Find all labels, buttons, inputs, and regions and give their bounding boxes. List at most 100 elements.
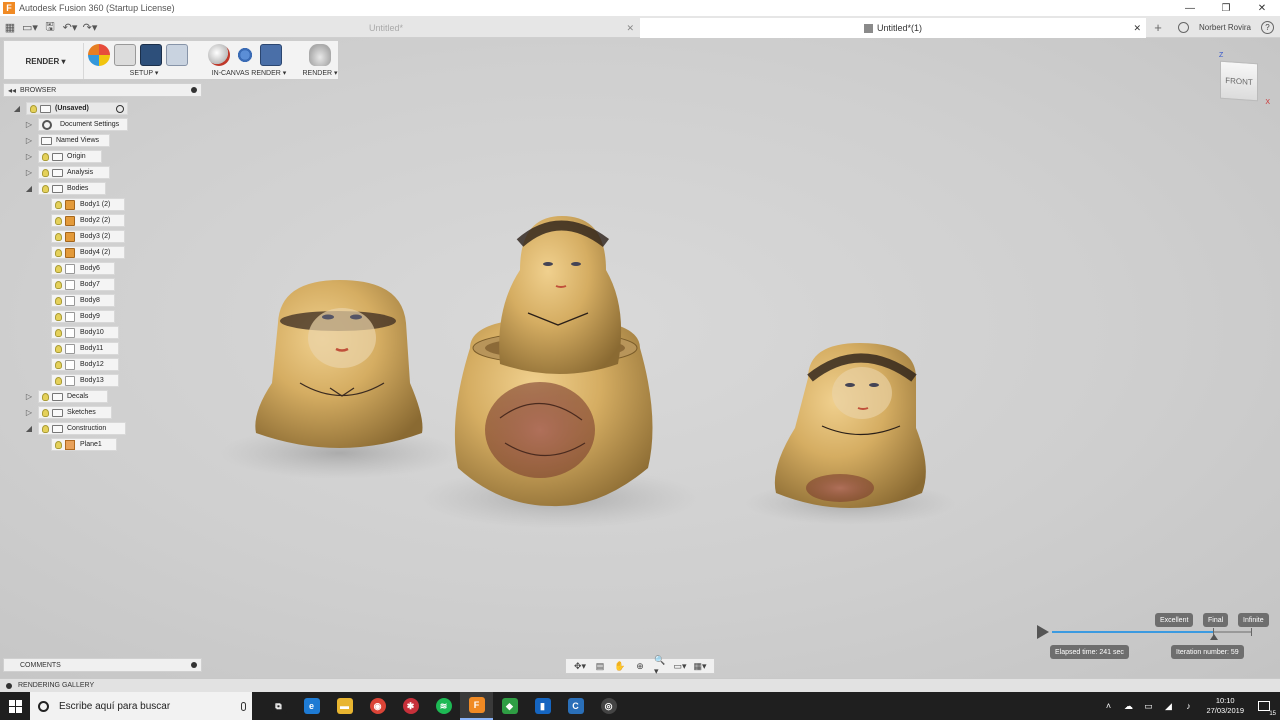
lightbulb-icon[interactable] — [42, 184, 49, 193]
minimize-button[interactable]: — — [1172, 0, 1208, 16]
tree-item-body13[interactable]: Body13 — [51, 374, 119, 387]
lightbulb-icon[interactable] — [55, 312, 62, 321]
app-green-icon[interactable]: ◆ — [493, 692, 526, 720]
tree-item-decals[interactable]: Decals — [38, 390, 108, 403]
collapse-icon[interactable]: ◂◂ — [8, 86, 16, 95]
tree-item-bodies[interactable]: Bodies — [38, 182, 106, 195]
tree-item-body8[interactable]: Body8 — [51, 294, 115, 307]
display-settings-icon[interactable]: ▭▾ — [673, 661, 686, 671]
expand-icon[interactable]: ▷ — [24, 118, 34, 131]
lightbulb-icon[interactable] — [55, 440, 62, 449]
lightbulb-icon[interactable] — [55, 360, 62, 369]
chrome-icon[interactable]: ◉ — [361, 692, 394, 720]
tree-item-body11[interactable]: Body11 — [51, 342, 119, 355]
lightbulb-icon[interactable] — [42, 168, 49, 177]
expand-icon[interactable]: ▷ — [24, 406, 34, 419]
save-icon[interactable]: 🖫 — [40, 17, 60, 37]
app-c-icon[interactable]: C — [559, 692, 592, 720]
lightbulb-icon[interactable] — [42, 152, 49, 161]
quality-infinite-label[interactable]: Infinite — [1238, 613, 1269, 627]
play-icon[interactable] — [1037, 625, 1049, 639]
quality-excellent-label[interactable]: Excellent — [1155, 613, 1194, 627]
tree-item-body1[interactable]: Body1 (2) — [51, 198, 125, 211]
edge-icon[interactable]: e — [295, 692, 328, 720]
lightbulb-icon[interactable] — [55, 376, 62, 385]
teapot-render-icon[interactable] — [309, 44, 331, 66]
user-name[interactable]: Norbert Rovira — [1199, 23, 1251, 32]
tree-root[interactable]: (Unsaved) — [26, 102, 128, 115]
file-menu-icon[interactable]: ▭▾ — [20, 17, 40, 37]
taskbar-clock[interactable]: 10:10 27/03/2019 — [1206, 696, 1244, 716]
network-icon[interactable]: ◢ — [1161, 700, 1175, 712]
browser-panel-header[interactable]: ◂◂ BROWSER — [3, 83, 202, 97]
lightbulb-icon[interactable] — [55, 296, 62, 305]
battery-icon[interactable]: ▭ — [1141, 700, 1155, 712]
tree-item-body2[interactable]: Body2 (2) — [51, 214, 125, 227]
render-canvas[interactable] — [0, 38, 1280, 678]
lightbulb-icon[interactable] — [30, 104, 37, 113]
volume-icon[interactable]: ♪ — [1181, 700, 1195, 712]
lightbulb-icon[interactable] — [55, 344, 62, 353]
lightbulb-icon[interactable] — [55, 248, 62, 257]
expanded-icon[interactable]: ◢ — [12, 102, 22, 115]
in-canvas-render-icon[interactable] — [208, 44, 230, 66]
decal-icon[interactable] — [166, 44, 188, 66]
lightbulb-icon[interactable] — [55, 200, 62, 209]
app-blue-icon[interactable]: ▮ — [526, 692, 559, 720]
lightbulb-icon[interactable] — [55, 328, 62, 337]
redo-icon[interactable]: ↷▾ — [80, 17, 100, 37]
lightbulb-icon[interactable] — [42, 424, 49, 433]
new-tab-button[interactable]: + — [1150, 18, 1166, 36]
expand-icon[interactable]: ▷ — [24, 166, 34, 179]
pin-icon[interactable] — [191, 87, 197, 93]
spotify-icon[interactable]: ≋ — [427, 692, 460, 720]
tree-item-construction[interactable]: Construction — [38, 422, 126, 435]
tree-item-sketches[interactable]: Sketches — [38, 406, 112, 419]
tree-item-plane1[interactable]: Plane1 — [51, 438, 117, 451]
cloud-icon[interactable]: ☁ — [1121, 700, 1135, 712]
app-circle-icon[interactable]: ◎ — [592, 692, 625, 720]
progress-track[interactable] — [1052, 628, 1252, 636]
tree-item-analysis[interactable]: Analysis — [38, 166, 110, 179]
tree-item-body12[interactable]: Body12 — [51, 358, 119, 371]
in-canvas-render-label[interactable]: IN-CANVAS RENDER ▾ — [208, 69, 290, 77]
grid-settings-icon[interactable]: ▦▾ — [693, 661, 706, 671]
undo-icon[interactable]: ↶▾ — [60, 17, 80, 37]
expand-icon[interactable]: ▷ — [24, 390, 34, 403]
scene-settings-icon[interactable] — [88, 44, 110, 66]
microphone-icon[interactable] — [241, 701, 246, 711]
close-button[interactable]: ✕ — [1244, 0, 1280, 16]
texture-map-icon[interactable] — [140, 44, 162, 66]
comments-panel[interactable]: COMMENTS — [3, 658, 202, 672]
expanded-icon[interactable]: ◢ — [24, 422, 34, 435]
tree-item-document-settings[interactable]: Document Settings — [38, 118, 128, 131]
tree-item-body3[interactable]: Body3 (2) — [51, 230, 125, 243]
close-icon[interactable]: ✕ — [1133, 23, 1141, 34]
lightbulb-icon[interactable] — [55, 232, 62, 241]
fit-icon[interactable]: 🔍▾ — [654, 655, 666, 676]
workspace-switcher[interactable]: RENDER ▾ — [8, 43, 84, 79]
tree-item-body4[interactable]: Body4 (2) — [51, 246, 125, 259]
gallery-toggle-icon[interactable] — [6, 682, 12, 689]
tree-item-origin[interactable]: Origin — [38, 150, 102, 163]
job-status-icon[interactable] — [1177, 21, 1189, 33]
tree-item-body9[interactable]: Body9 — [51, 310, 115, 323]
pan-icon[interactable]: ✋ — [614, 661, 626, 671]
add-comment-icon[interactable] — [191, 662, 197, 668]
view-cube[interactable]: Z FRONT X — [1212, 52, 1270, 108]
expand-icon[interactable]: ▷ — [24, 150, 34, 163]
expanded-icon[interactable]: ◢ — [24, 182, 34, 195]
tab-untitled-1[interactable]: Untitled*(1) ✕ — [640, 18, 1146, 38]
lightbulb-icon[interactable] — [55, 264, 62, 273]
tab-untitled[interactable]: Untitled* ✕ — [345, 18, 637, 38]
task-view-icon[interactable]: ⧉ — [262, 692, 295, 720]
lightbulb-icon[interactable] — [55, 280, 62, 289]
view-cube-front-face[interactable]: FRONT — [1220, 60, 1258, 102]
fusion-360-icon[interactable]: F — [460, 692, 493, 720]
windows-start-icon[interactable] — [0, 692, 30, 720]
final-marker-icon[interactable] — [1210, 634, 1218, 640]
lightbulb-icon[interactable] — [42, 408, 49, 417]
setup-label[interactable]: SETUP ▾ — [88, 69, 200, 77]
tree-item-body7[interactable]: Body7 — [51, 278, 115, 291]
taskbar-search[interactable]: Escribe aquí para buscar — [30, 692, 252, 720]
